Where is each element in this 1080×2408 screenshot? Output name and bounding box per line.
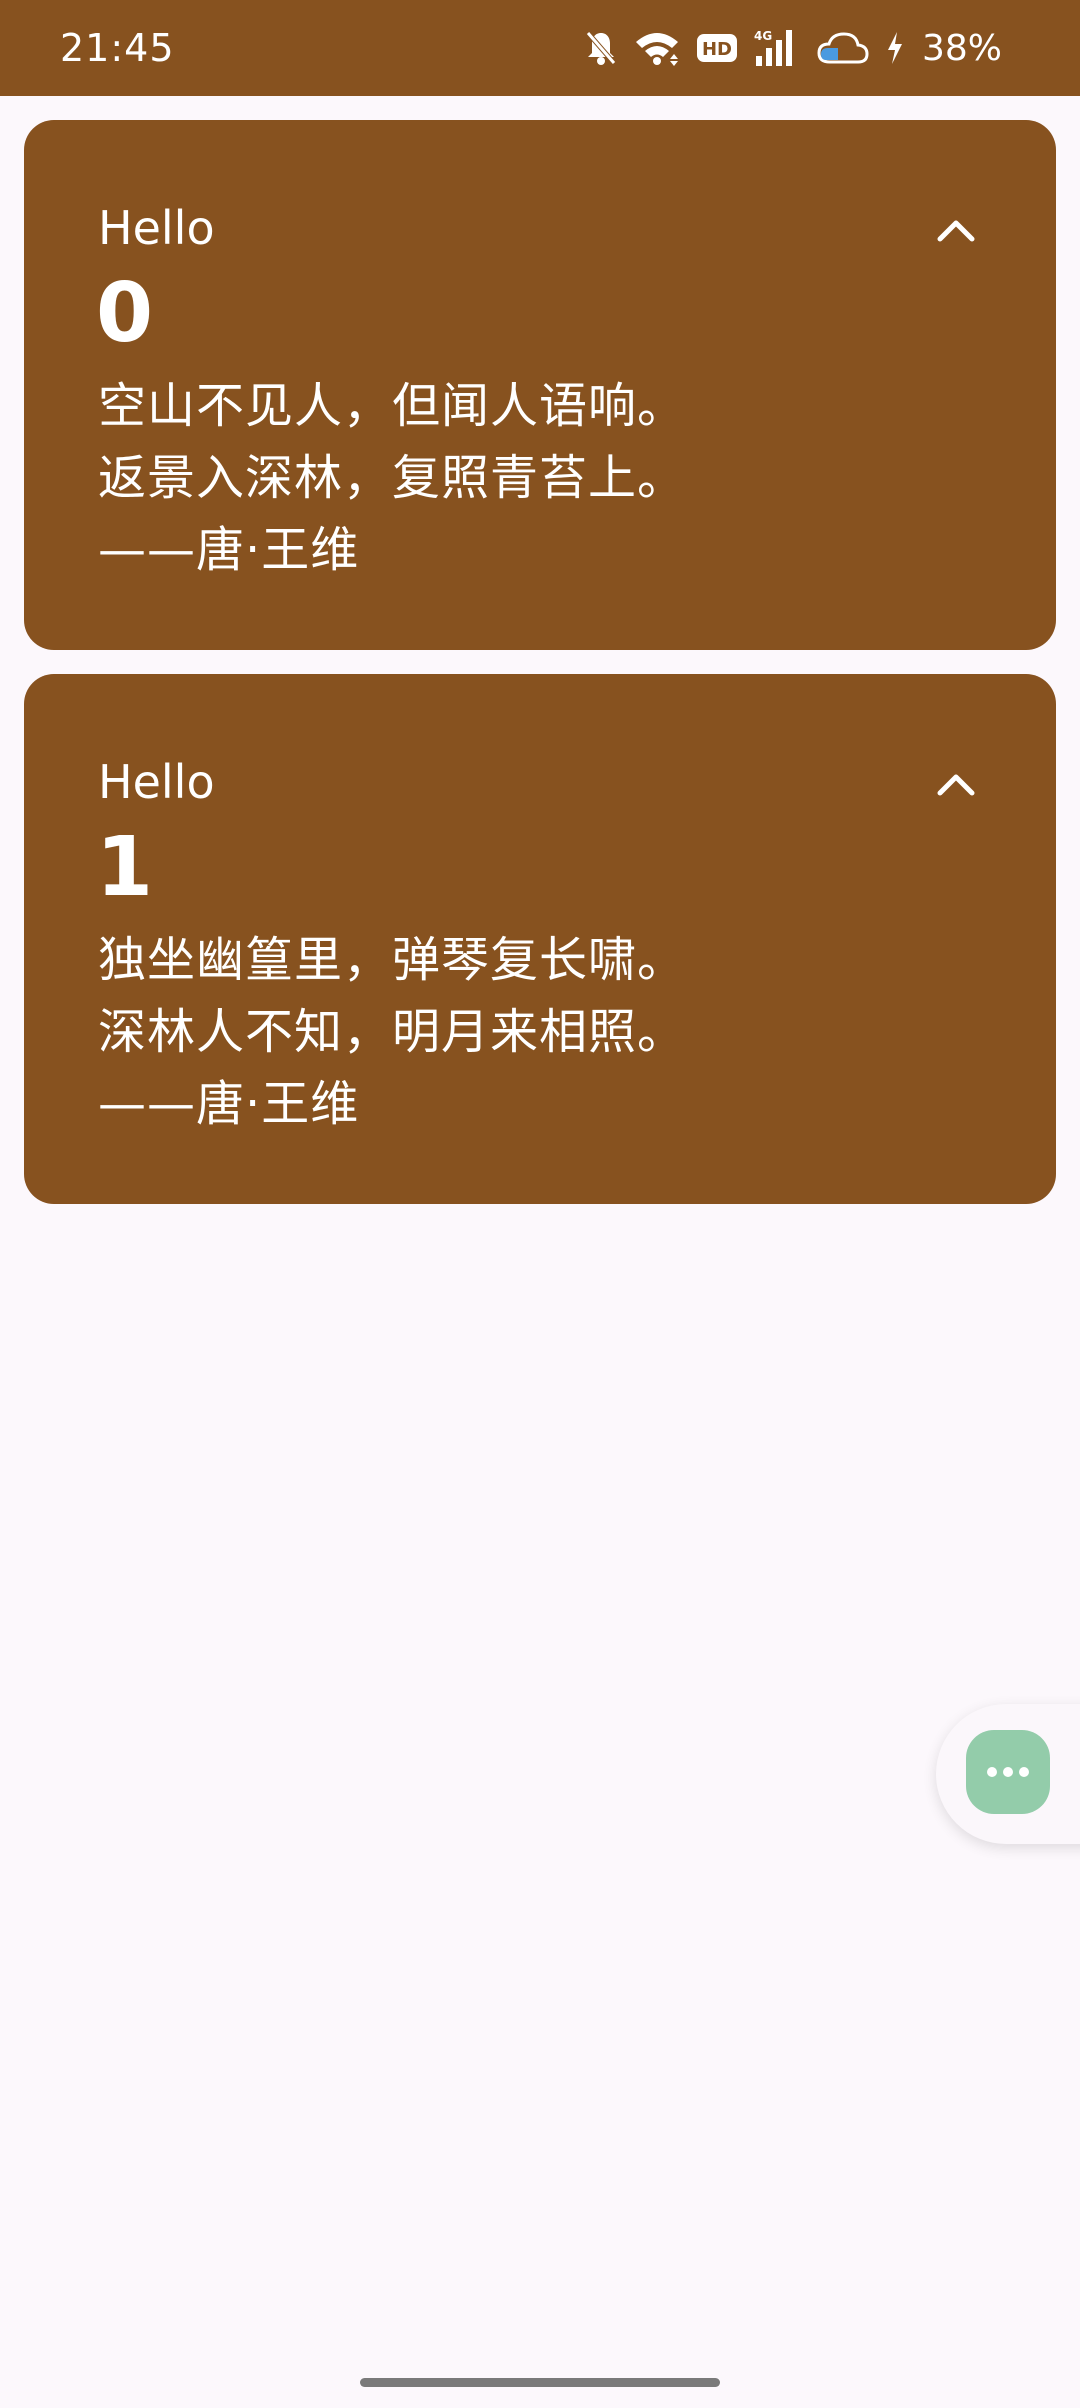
more-button[interactable] [966,1730,1050,1814]
svg-text:HD: HD [702,39,732,60]
svg-text:4G: 4G [754,29,772,43]
cloud-icon [816,30,870,66]
hd-icon: HD [696,33,738,63]
card-number: 1 [96,820,154,915]
charging-icon [886,31,904,65]
battery-percentage: 38% [921,27,1002,69]
signal-4g-icon: 4G [754,28,800,68]
card-title: Hello [98,201,215,255]
poem-author: ——唐·王维 [98,1076,360,1132]
poem-line: 返景入深林，复照青苔上。 [98,450,687,506]
poem-line: 空山不见人，但闻人语响。 [98,378,687,434]
card-number: 0 [96,266,154,361]
card-title: Hello [98,755,215,809]
poem-text: 空山不见人，但闻人语响。 返景入深林，复照青苔上。 ——唐·王维 [98,370,686,586]
more-horizontal-icon [987,1767,1029,1777]
poem-line: 独坐幽篁里，弹琴复长啸。 [98,932,687,988]
poem-author: ——唐·王维 [98,522,360,578]
wifi-icon [634,30,680,66]
poem-card[interactable]: Hello 0 空山不见人，但闻人语响。 返景入深林，复照青苔上。 ——唐·王维 [24,120,1056,650]
poem-text: 独坐幽篁里，弹琴复长啸。 深林人不知，明月来相照。 ——唐·王维 [98,924,686,1140]
collapse-button[interactable] [928,756,984,812]
chevron-up-icon [937,220,975,242]
status-bar: 21:45 HD 4G 38% [0,0,1080,96]
status-icons: HD 4G 38% [584,22,1002,74]
chevron-up-icon [937,774,975,796]
status-time: 21:45 [60,26,175,70]
poem-card[interactable]: Hello 1 独坐幽篁里，弹琴复长啸。 深林人不知，明月来相照。 ——唐·王维 [24,674,1056,1204]
home-indicator[interactable] [360,2378,720,2387]
bell-off-icon [584,29,618,67]
poem-line: 深林人不知，明月来相照。 [98,1004,687,1060]
collapse-button[interactable] [928,202,984,258]
